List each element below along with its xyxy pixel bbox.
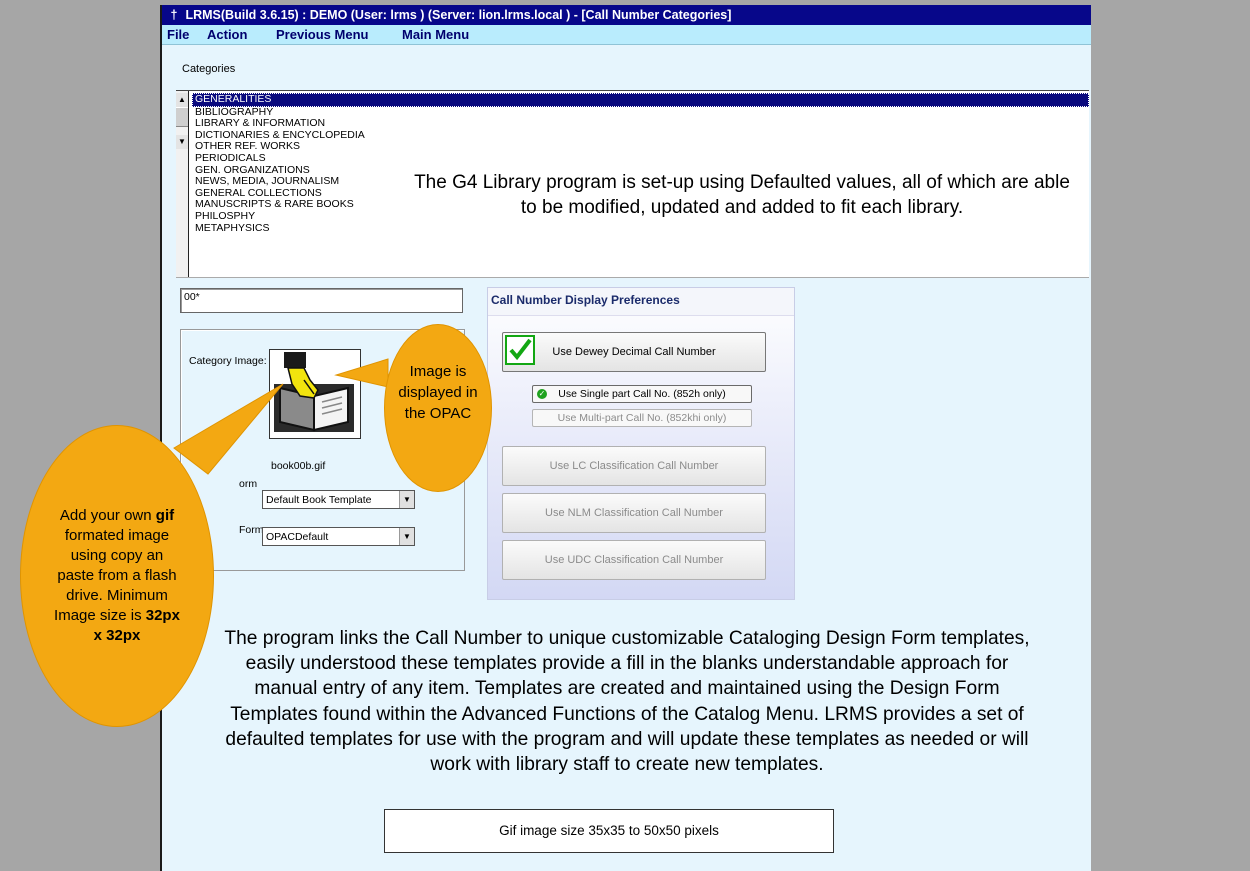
dropdown-arrow-icon[interactable]: ▼ bbox=[399, 491, 414, 508]
checkmark-icon bbox=[505, 335, 535, 365]
gif-size-note: Gif image size 35x35 to 50x50 pixels bbox=[384, 809, 834, 853]
category-item[interactable]: OTHER REF. WORKS bbox=[193, 141, 1089, 153]
gif-callout-pre: Add your own bbox=[59, 507, 152, 524]
dropdown-arrow-icon[interactable]: ▼ bbox=[399, 528, 414, 545]
multi-part-label: Use Multi-part Call No. (852khi only) bbox=[557, 412, 727, 424]
app-window: † LRMS(Build 3.6.15) : DEMO (User: lrms … bbox=[160, 5, 1091, 871]
gif-callout: Add your own gif formated image using co… bbox=[20, 425, 214, 727]
call-number-display-preferences: Call Number Display Preferences Use Dewe… bbox=[487, 287, 795, 600]
window-title: LRMS(Build 3.6.15) : DEMO (User: lrms ) … bbox=[185, 8, 732, 22]
menu-main-menu[interactable]: Main Menu bbox=[402, 25, 469, 44]
menu-bar: File Action Previous Menu Main Menu bbox=[162, 25, 1091, 45]
scroll-up-icon[interactable]: ▲ bbox=[176, 93, 188, 107]
menu-previous-menu[interactable]: Previous Menu bbox=[276, 25, 368, 44]
category-item[interactable]: BIBLIOGRAPHY bbox=[193, 106, 1089, 119]
opac-callout: Image is displayed in the OPAC bbox=[384, 324, 492, 492]
nlm-classification-button[interactable]: Use NLM Classification Call Number bbox=[502, 493, 766, 533]
opac-callout-text: Image is displayed in the OPAC bbox=[398, 363, 478, 422]
gif-callout-bold: gif bbox=[155, 507, 175, 524]
scroll-down-icon[interactable]: ▼ bbox=[176, 135, 188, 149]
nlm-classification-label: Use NLM Classification Call Number bbox=[545, 507, 723, 519]
scroll-thumb[interactable] bbox=[176, 107, 188, 127]
udc-classification-button[interactable]: Use UDC Classification Call Number bbox=[502, 540, 766, 580]
app-icon: † bbox=[170, 8, 178, 22]
udc-classification-label: Use UDC Classification Call Number bbox=[544, 554, 724, 566]
title-bar: † LRMS(Build 3.6.15) : DEMO (User: lrms … bbox=[162, 5, 1091, 25]
prefs-title: Call Number Display Preferences bbox=[488, 288, 794, 316]
menu-action[interactable]: Action bbox=[207, 25, 247, 44]
categories-scrollbar[interactable]: ▲ ▼ bbox=[176, 91, 189, 277]
gif-callout-text: Add your own gif formated image using co… bbox=[53, 506, 181, 646]
templates-note: The program links the Call Number to uni… bbox=[224, 628, 1030, 776]
radio-selected-icon: ✓ bbox=[537, 389, 547, 399]
categories-label: Categories bbox=[182, 63, 236, 75]
category-item[interactable]: DICTIONARIES & ENCYCLOPEDIA bbox=[193, 129, 1089, 142]
category-image-label: Category Image: bbox=[189, 355, 267, 367]
category-item[interactable]: METAPHYSICS bbox=[193, 222, 1089, 235]
defaults-note: The G4 Library program is set-up using D… bbox=[414, 172, 1070, 218]
opac-form-select[interactable]: OPACDefault ▼ bbox=[262, 527, 415, 546]
multi-part-call-no-button[interactable]: Use Multi-part Call No. (852khi only) bbox=[532, 409, 752, 427]
opac-form-label: Form bbox=[239, 524, 264, 536]
menu-file[interactable]: File bbox=[167, 25, 189, 44]
lc-classification-label: Use LC Classification Call Number bbox=[549, 460, 719, 472]
category-item[interactable]: GENERALITIES bbox=[192, 93, 1089, 107]
catalog-form-select[interactable]: Default Book Template ▼ bbox=[262, 490, 415, 509]
single-part-label: Use Single part Call No. (852h only) bbox=[558, 388, 726, 400]
single-part-call-no-button[interactable]: ✓ Use Single part Call No. (852h only) bbox=[532, 385, 752, 403]
opac-form-value: OPACDefault bbox=[266, 531, 329, 543]
dewey-decimal-button[interactable]: Use Dewey Decimal Call Number bbox=[502, 332, 766, 372]
dewey-decimal-label: Use Dewey Decimal Call Number bbox=[552, 346, 716, 358]
lc-classification-button[interactable]: Use LC Classification Call Number bbox=[502, 446, 766, 486]
catalog-form-value: Default Book Template bbox=[266, 494, 372, 506]
opac-callout-pointer bbox=[334, 358, 389, 388]
call-number-code-input[interactable]: 00* bbox=[180, 288, 463, 313]
category-item[interactable]: PERIODICALS bbox=[193, 152, 1089, 165]
